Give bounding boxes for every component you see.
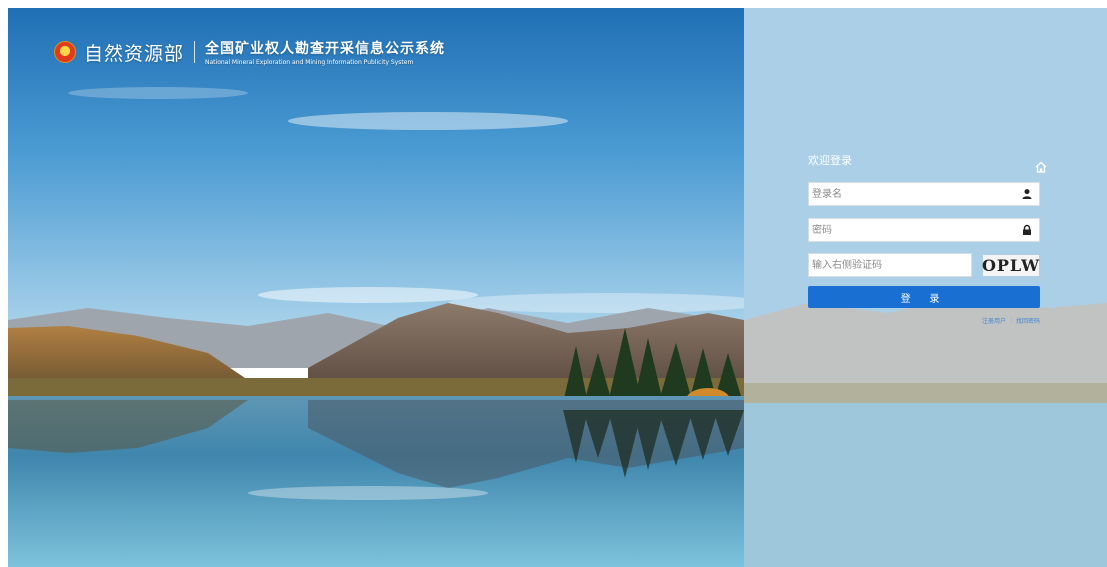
- account-links: 注册用户 | 找回密码: [982, 316, 1040, 325]
- welcome-title: 欢迎登录: [808, 154, 852, 167]
- user-icon: [1022, 189, 1032, 199]
- system-subtitle: National Mineral Exploration and Mining …: [205, 59, 414, 66]
- captcha-input[interactable]: [809, 254, 971, 276]
- captcha-image[interactable]: OPLW: [982, 255, 1039, 276]
- page: 自然资源部 全国矿业权人勘查开采信息公示系统 National Mineral …: [0, 0, 1107, 567]
- login-button[interactable]: 登 录: [808, 286, 1040, 308]
- password-field: [808, 218, 1040, 242]
- password-input[interactable]: [809, 219, 1014, 241]
- links-separator: |: [1009, 317, 1012, 324]
- username-field: [808, 182, 1040, 206]
- home-icon[interactable]: [1034, 160, 1048, 174]
- system-title-block: 全国矿业权人勘查开采信息公示系统 National Mineral Explor…: [205, 38, 445, 66]
- forgot-password-link[interactable]: 找回密码: [1016, 316, 1040, 325]
- lock-icon: [1023, 224, 1031, 235]
- national-emblem-icon: [54, 41, 76, 63]
- site-header: 自然资源部 全国矿业权人勘查开采信息公示系统 National Mineral …: [54, 36, 445, 68]
- ministry-name: 自然资源部: [84, 42, 185, 65]
- captcha-field: [808, 253, 972, 277]
- register-link[interactable]: 注册用户: [982, 316, 1006, 325]
- system-title: 全国矿业权人勘查开采信息公示系统: [205, 41, 446, 57]
- username-input[interactable]: [809, 183, 1014, 205]
- header-divider: [194, 41, 196, 63]
